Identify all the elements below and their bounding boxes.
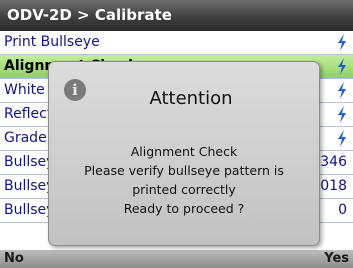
menu-item-value: 0 (338, 202, 347, 218)
dialog-message-line: Please verify bullseye pattern is (84, 163, 284, 178)
menu-item-label: Print Bullseye (4, 34, 100, 50)
menu-item-label: White (4, 82, 45, 98)
lightning-bolt-icon (338, 106, 346, 123)
menu-item-value: 018 (320, 178, 347, 194)
lightning-bolt-icon (338, 58, 346, 75)
dialog-title: Attention (149, 88, 233, 109)
yes-softkey[interactable]: Yes (324, 250, 349, 268)
softkey-bar: No Yes (0, 250, 353, 268)
title-bar: ODV-2D > Calibrate (0, 0, 353, 31)
attention-dialog: i Attention Alignment Check Please verif… (48, 61, 320, 246)
menu-item-label: Grade (4, 130, 47, 146)
dialog-message-line: Ready to proceed ? (123, 201, 245, 216)
lightning-bolt-icon (338, 82, 346, 99)
dialog-message-line: printed correctly (132, 182, 236, 197)
dialog-message: Alignment Check Please verify bullseye p… (49, 142, 319, 218)
menu-item-print-bullseye[interactable]: Print Bullseye (0, 31, 353, 55)
lightning-bolt-icon (338, 130, 346, 147)
no-softkey[interactable]: No (4, 250, 24, 268)
lightning-bolt-icon (338, 34, 346, 51)
menu-item-value: 346 (320, 154, 347, 170)
dialog-message-line: Alignment Check (130, 144, 238, 159)
page-title: ODV-2D > Calibrate (7, 6, 172, 24)
